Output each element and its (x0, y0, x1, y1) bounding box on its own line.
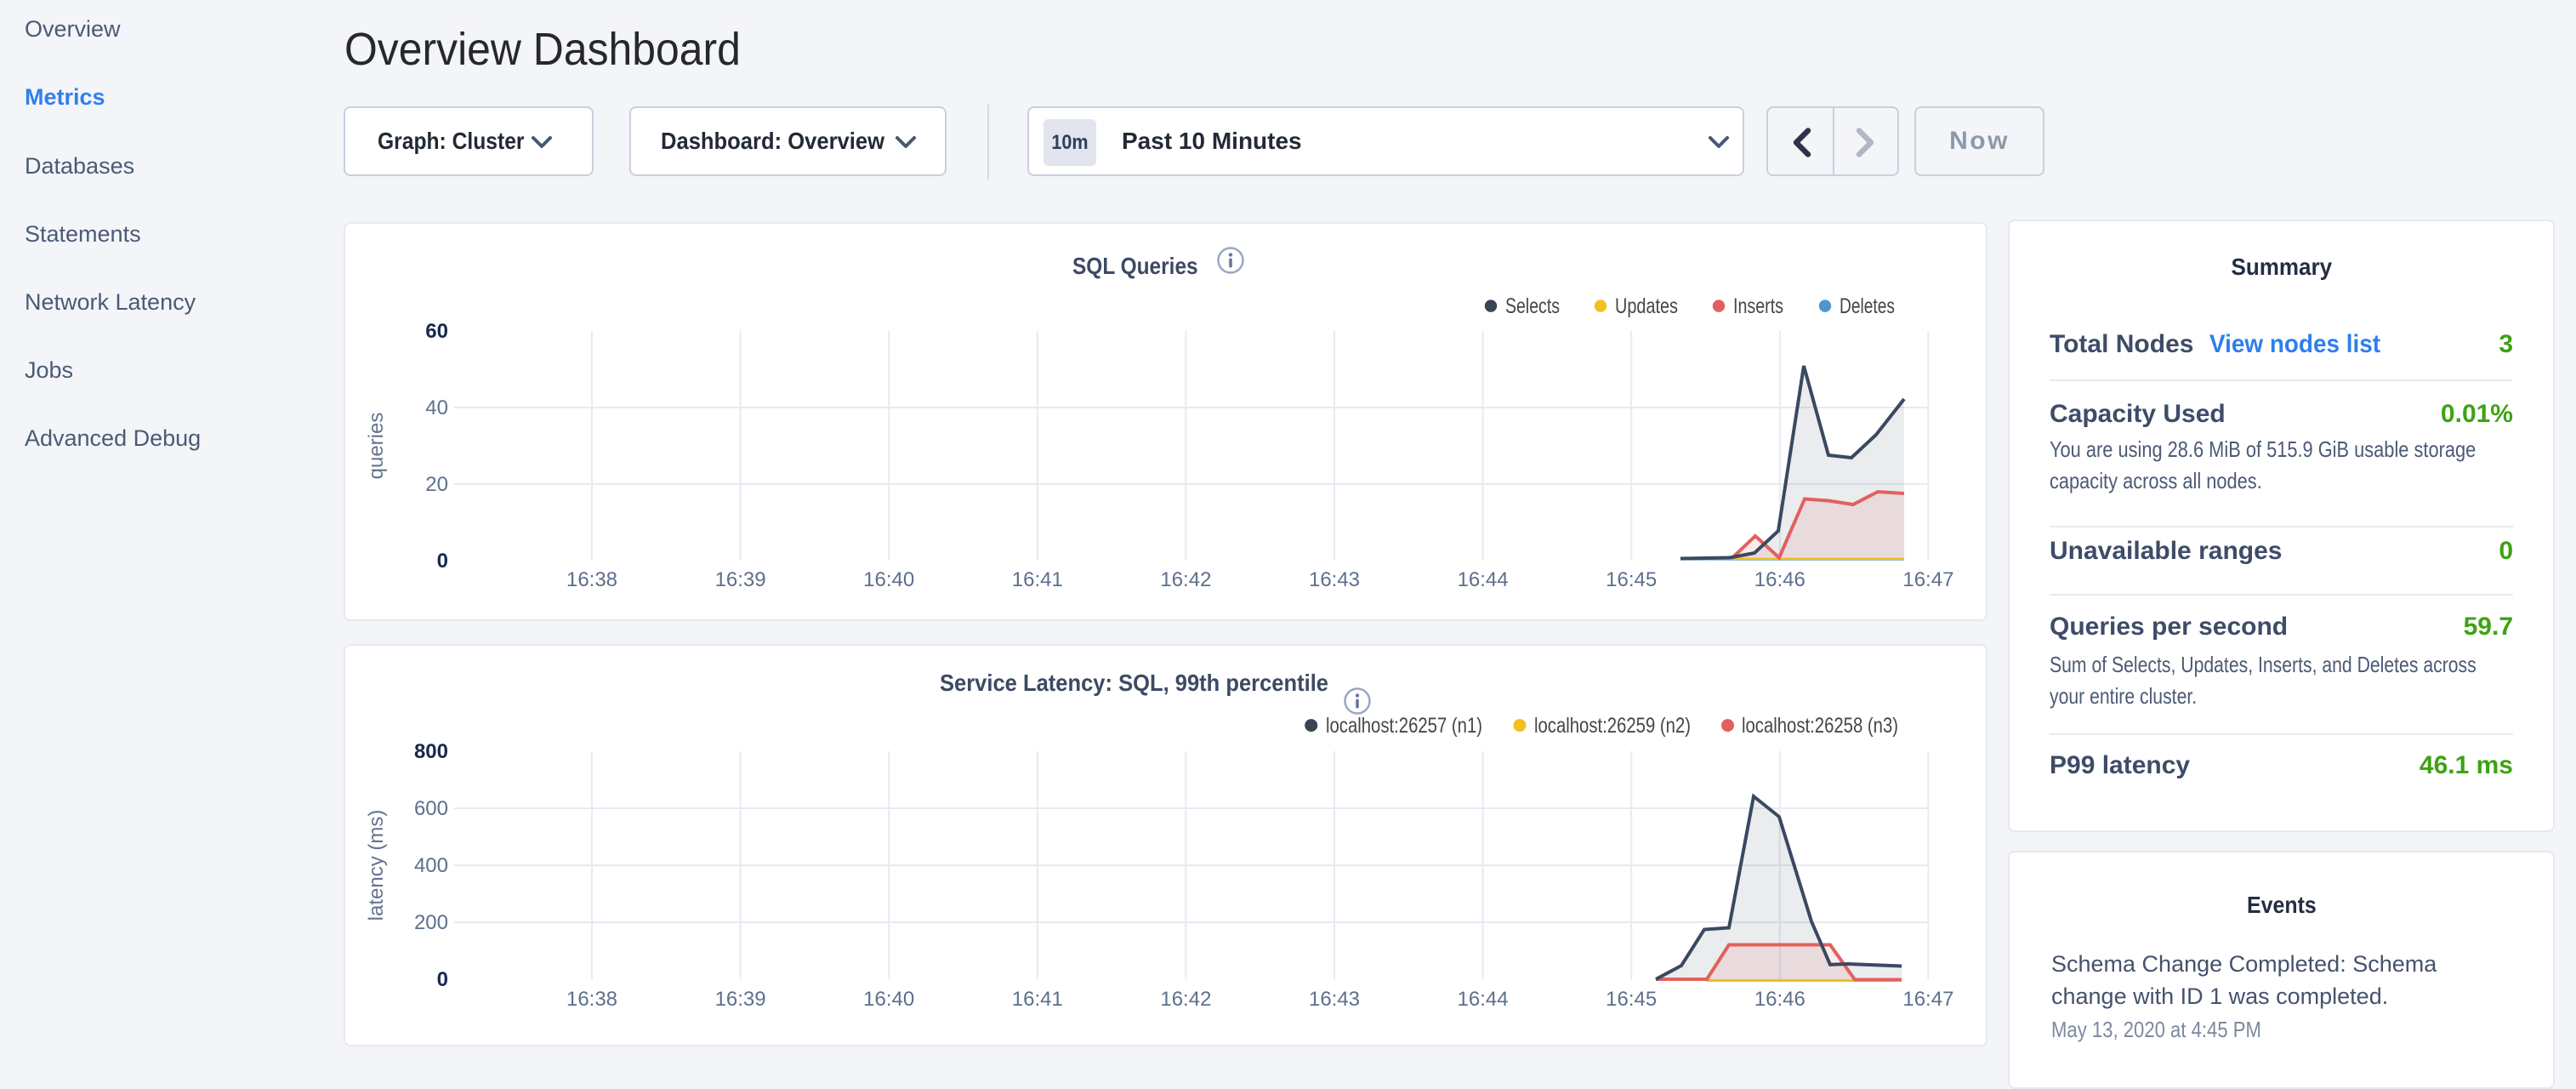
svg-text:16:47: 16:47 (1902, 988, 1953, 1011)
svg-text:16:42: 16:42 (1160, 988, 1211, 1011)
svg-text:16:38: 16:38 (566, 568, 617, 591)
svg-text:16:43: 16:43 (1309, 988, 1360, 1011)
svg-text:16:43: 16:43 (1309, 568, 1360, 591)
svg-text:16:40: 16:40 (863, 568, 914, 591)
svg-text:16:44: 16:44 (1458, 568, 1509, 591)
svg-text:0: 0 (437, 968, 448, 991)
svg-text:16:46: 16:46 (1754, 988, 1805, 1011)
svg-text:600: 600 (414, 797, 448, 820)
svg-text:0: 0 (437, 550, 448, 573)
svg-text:60: 60 (425, 320, 448, 343)
svg-text:16:47: 16:47 (1902, 568, 1953, 591)
svg-text:400: 400 (414, 854, 448, 877)
svg-text:16:41: 16:41 (1012, 568, 1063, 591)
svg-text:200: 200 (414, 911, 448, 934)
svg-text:localhost:26259 (n2): localhost:26259 (n2) (1534, 714, 1691, 738)
svg-text:queries: queries (365, 413, 388, 480)
svg-text:Inserts: Inserts (1733, 294, 1783, 318)
svg-text:16:39: 16:39 (715, 568, 766, 591)
svg-text:800: 800 (414, 740, 448, 763)
svg-text:16:40: 16:40 (863, 988, 914, 1011)
svg-text:16:38: 16:38 (566, 988, 617, 1011)
svg-text:40: 40 (425, 396, 448, 419)
svg-text:Selects: Selects (1505, 294, 1560, 318)
svg-text:16:39: 16:39 (715, 988, 766, 1011)
svg-text:localhost:26257 (n1): localhost:26257 (n1) (1326, 714, 1482, 738)
svg-text:16:46: 16:46 (1754, 568, 1805, 591)
svg-text:localhost:26258 (n3): localhost:26258 (n3) (1742, 714, 1898, 738)
svg-text:16:41: 16:41 (1012, 988, 1063, 1011)
svg-text:latency (ms): latency (ms) (365, 810, 388, 921)
svg-text:16:45: 16:45 (1606, 568, 1657, 591)
svg-text:16:44: 16:44 (1458, 988, 1509, 1011)
svg-text:16:45: 16:45 (1606, 988, 1657, 1011)
svg-text:Deletes: Deletes (1840, 294, 1895, 318)
svg-text:16:42: 16:42 (1160, 568, 1211, 591)
svg-text:20: 20 (425, 473, 448, 496)
svg-text:Updates: Updates (1615, 294, 1678, 318)
